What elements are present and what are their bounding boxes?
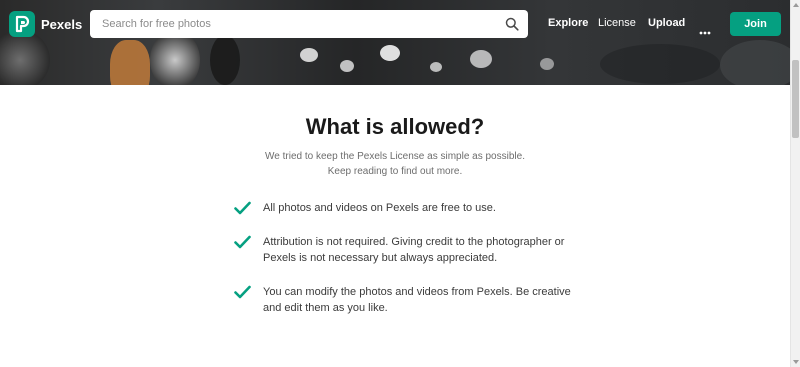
- pexels-logo-icon[interactable]: [9, 11, 35, 37]
- brand-name[interactable]: Pexels: [41, 17, 82, 32]
- join-button[interactable]: Join: [730, 12, 781, 36]
- pexels-license-page: Pexels Explore License Upload: [0, 0, 800, 367]
- section-title: What is allowed?: [305, 114, 485, 139]
- nav-upload-link[interactable]: Upload: [648, 17, 685, 29]
- scrollbar-thumb[interactable]: [792, 60, 799, 138]
- subtitle-line: We tried to keep the Pexels License as s…: [265, 151, 525, 162]
- more-dots-icon[interactable]: [699, 22, 711, 35]
- allowed-item: All photos and videos on Pexels are free…: [234, 200, 574, 216]
- scroll-down-arrow-icon[interactable]: [793, 360, 799, 364]
- scroll-up-arrow-icon[interactable]: [793, 3, 799, 7]
- nav-license-link[interactable]: License: [598, 17, 636, 29]
- subtitle-line: Keep reading to find out more.: [327, 166, 463, 177]
- section-subtitle: We tried to keep the Pexels License as s…: [0, 149, 790, 179]
- allowed-item-text: Attribution is not required. Giving cred…: [263, 236, 565, 264]
- allowed-list: All photos and videos on Pexels are free…: [234, 200, 574, 316]
- nav-explore-link[interactable]: Explore: [548, 17, 588, 29]
- license-content: What is allowed? We tried to keep the Pe…: [0, 85, 790, 367]
- checkmark-icon: [234, 201, 251, 215]
- search-icon[interactable]: [505, 17, 519, 31]
- allowed-item: You can modify the photos and videos fro…: [234, 284, 574, 316]
- allowed-item-text: All photos and videos on Pexels are free…: [263, 202, 496, 214]
- checkmark-icon: [234, 285, 251, 299]
- allowed-item: Attribution is not required. Giving cred…: [234, 234, 574, 266]
- checkmark-icon: [234, 235, 251, 249]
- search-bar[interactable]: [90, 10, 528, 38]
- search-input[interactable]: [100, 17, 484, 31]
- hero-banner-image: Pexels Explore License Upload: [0, 0, 790, 85]
- top-navbar: Pexels Explore License Upload: [0, 8, 790, 42]
- allowed-item-text: You can modify the photos and videos fro…: [263, 286, 571, 314]
- page-scrollbar[interactable]: [790, 0, 800, 367]
